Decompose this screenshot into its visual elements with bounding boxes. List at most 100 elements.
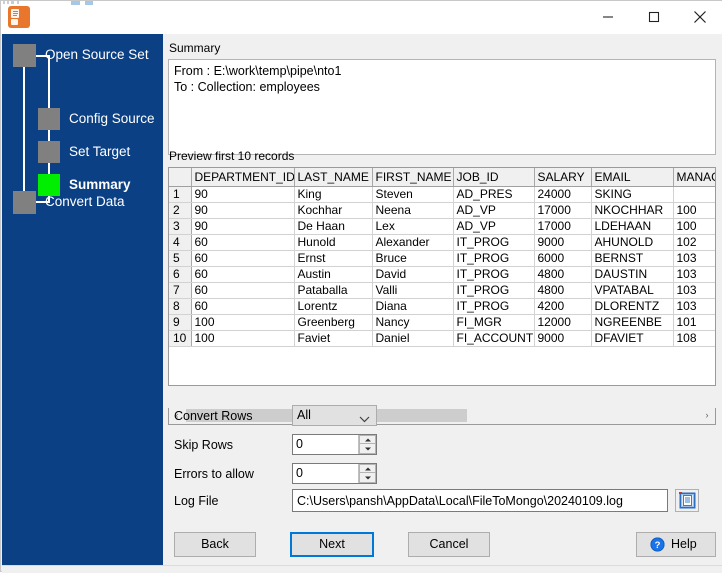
table-cell[interactable]: 60 (191, 282, 295, 299)
table-cell[interactable]: 90 (191, 186, 295, 203)
back-button[interactable]: Back (174, 532, 256, 557)
log-file-input[interactable]: C:\Users\pansh\AppData\Local\FileToMongo… (292, 489, 668, 512)
table-cell[interactable]: Daniel (372, 330, 454, 347)
table-cell[interactable]: 60 (191, 234, 295, 251)
table-cell[interactable]: Neena (372, 202, 454, 219)
scroll-right-arrow-icon[interactable]: › (699, 408, 715, 423)
table-cell[interactable]: King (294, 186, 373, 203)
row-number-cell[interactable]: 7 (169, 282, 192, 299)
table-cell[interactable]: Ernst (294, 250, 373, 267)
table-row[interactable]: 8 60 Lorentz Diana IT_PROG 4200 DLORENTZ 103 (169, 298, 715, 315)
table-cell[interactable]: 103 (673, 298, 715, 315)
table-cell[interactable]: Alexander (372, 234, 454, 251)
table-cell[interactable]: IT_PROG (453, 266, 535, 283)
table-cell[interactable]: 60 (191, 298, 295, 315)
table-cell[interactable]: Hunold (294, 234, 373, 251)
table-cell[interactable]: FI_ACCOUNT (453, 330, 535, 347)
table-cell[interactable]: AD_VP (453, 218, 535, 235)
table-cell[interactable] (673, 186, 715, 203)
table-cell[interactable]: BERNST (591, 250, 674, 267)
cancel-button[interactable]: Cancel (408, 532, 490, 557)
table-cell[interactable]: Steven (372, 186, 454, 203)
table-cell[interactable]: IT_PROG (453, 250, 535, 267)
table-cell[interactable]: FI_MGR (453, 314, 535, 331)
table-cell[interactable]: 103 (673, 266, 715, 283)
column-header[interactable]: SALARY (534, 168, 592, 187)
stepper-up-icon[interactable] (359, 464, 376, 473)
stepper-down-icon[interactable] (359, 444, 376, 454)
table-cell[interactable]: 9000 (534, 234, 592, 251)
table-cell[interactable]: 60 (191, 266, 295, 283)
table-cell[interactable]: 60 (191, 250, 295, 267)
table-cell[interactable]: 101 (673, 314, 715, 331)
row-number-cell[interactable]: 1 (169, 186, 192, 203)
table-cell[interactable]: 108 (673, 330, 715, 347)
table-cell[interactable]: 100 (191, 314, 295, 331)
preview-data-grid[interactable]: DEPARTMENT_ID LAST_NAME FIRST_NAME JOB_I… (168, 167, 716, 386)
table-row[interactable]: 5 60 Ernst Bruce IT_PROG 6000 BERNST 103 (169, 250, 715, 267)
table-cell[interactable]: 6000 (534, 250, 592, 267)
column-header[interactable] (169, 168, 192, 187)
row-number-cell[interactable]: 9 (169, 314, 192, 331)
skip-rows-stepper[interactable]: 0 (292, 434, 377, 455)
table-cell[interactable]: 4800 (534, 266, 592, 283)
row-number-cell[interactable]: 10 (169, 330, 192, 347)
table-cell[interactable]: IT_PROG (453, 298, 535, 315)
table-cell[interactable]: 102 (673, 234, 715, 251)
row-number-cell[interactable]: 4 (169, 234, 192, 251)
table-cell[interactable]: 90 (191, 218, 295, 235)
table-cell[interactable]: IT_PROG (453, 282, 535, 299)
table-cell[interactable]: Nancy (372, 314, 454, 331)
table-row[interactable]: 9 100 Greenberg Nancy FI_MGR 12000 NGREENBE 101 (169, 314, 715, 331)
table-row[interactable]: 7 60 Pataballa Valli IT_PROG 4800 VPATABAL 103 (169, 282, 715, 299)
table-cell[interactable]: Lex (372, 218, 454, 235)
table-cell[interactable]: Lorentz (294, 298, 373, 315)
row-number-cell[interactable]: 6 (169, 266, 192, 283)
table-cell[interactable]: Bruce (372, 250, 454, 267)
column-header[interactable]: JOB_ID (453, 168, 535, 187)
table-cell[interactable]: LDEHAAN (591, 218, 674, 235)
table-cell[interactable]: 103 (673, 250, 715, 267)
column-header[interactable]: MANAG (673, 168, 715, 187)
table-cell[interactable]: 17000 (534, 202, 592, 219)
table-cell[interactable]: AD_VP (453, 202, 535, 219)
table-cell[interactable]: AHUNOLD (591, 234, 674, 251)
table-cell[interactable]: David (372, 266, 454, 283)
table-cell[interactable]: 24000 (534, 186, 592, 203)
table-cell[interactable]: Austin (294, 266, 373, 283)
column-header[interactable]: EMAIL (591, 168, 674, 187)
close-button[interactable] (677, 1, 722, 33)
stepper-down-icon[interactable] (359, 473, 376, 483)
column-header[interactable]: DEPARTMENT_ID (191, 168, 295, 187)
table-cell[interactable]: Diana (372, 298, 454, 315)
table-cell[interactable]: 100 (673, 202, 715, 219)
table-cell[interactable]: Pataballa (294, 282, 373, 299)
table-cell[interactable]: 90 (191, 202, 295, 219)
column-header[interactable]: LAST_NAME (294, 168, 373, 187)
next-button[interactable]: Next (290, 532, 374, 557)
help-button[interactable]: ? Help (636, 532, 716, 557)
table-cell[interactable]: SKING (591, 186, 674, 203)
row-number-cell[interactable]: 5 (169, 250, 192, 267)
table-cell[interactable]: Kochhar (294, 202, 373, 219)
table-cell[interactable]: Valli (372, 282, 454, 299)
row-number-cell[interactable]: 3 (169, 218, 192, 235)
table-cell[interactable]: 9000 (534, 330, 592, 347)
minimize-button[interactable] (585, 1, 631, 33)
table-cell[interactable]: IT_PROG (453, 234, 535, 251)
table-cell[interactable]: NGREENBE (591, 314, 674, 331)
table-cell[interactable]: 4200 (534, 298, 592, 315)
table-row[interactable]: 10 100 Faviet Daniel FI_ACCOUNT 9000 DFAVIET 10… (169, 330, 715, 347)
convert-rows-select[interactable]: All (292, 405, 377, 426)
table-cell[interactable]: AD_PRES (453, 186, 535, 203)
log-file-browse-button[interactable] (675, 489, 699, 512)
maximize-button[interactable] (631, 1, 677, 33)
table-cell[interactable]: DFAVIET (591, 330, 674, 347)
table-cell[interactable]: 12000 (534, 314, 592, 331)
table-cell[interactable]: 100 (673, 218, 715, 235)
table-row[interactable]: 1 90 King Steven AD_PRES 24000 SKING (169, 186, 715, 203)
table-row[interactable]: 6 60 Austin David IT_PROG 4800 DAUSTIN 103 (169, 266, 715, 283)
table-cell[interactable]: 17000 (534, 218, 592, 235)
stepper-up-icon[interactable] (359, 435, 376, 444)
table-cell[interactable]: DAUSTIN (591, 266, 674, 283)
